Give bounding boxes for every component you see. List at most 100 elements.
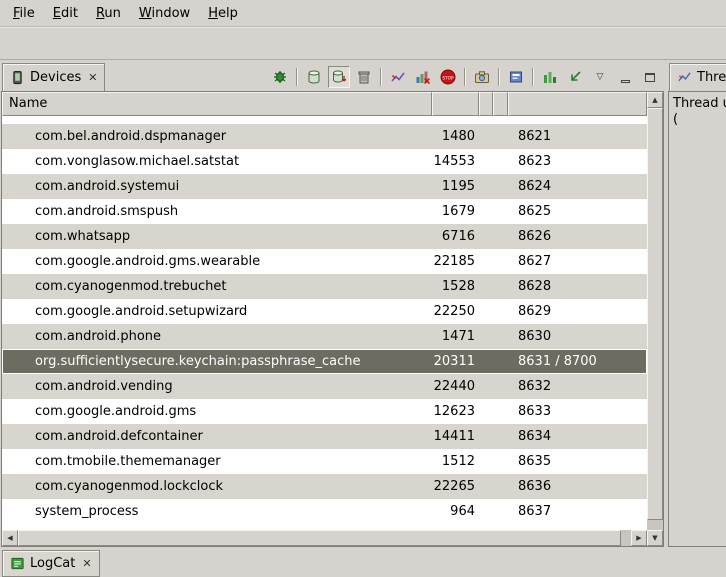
table-row[interactable]: com.android.phone 1471 8630 bbox=[2, 324, 647, 349]
tab-devices[interactable]: Devices ✕ bbox=[2, 63, 105, 91]
process-pid: 1195 bbox=[432, 179, 479, 194]
devices-toolbar: STOP ▽ bbox=[269, 65, 661, 89]
method-profiling-icon[interactable] bbox=[412, 66, 434, 88]
scroll-right-icon[interactable]: ▶ bbox=[631, 530, 647, 546]
table-row[interactable]: com.whatsapp 6716 8626 bbox=[2, 224, 647, 249]
cause-gc-icon[interactable] bbox=[353, 66, 375, 88]
vertical-scrollbar[interactable]: ▲ ▼ bbox=[647, 92, 663, 546]
device-table: Name com.bel.android.dspmanager 1480 862… bbox=[1, 91, 664, 547]
maximize-icon[interactable] bbox=[639, 66, 661, 88]
vertical-scrollbar-thumb[interactable] bbox=[647, 108, 663, 520]
process-pid: 1512 bbox=[432, 454, 479, 469]
update-heap-icon[interactable] bbox=[303, 66, 325, 88]
table-row[interactable]: org.sufficientlysecure.keychain:passphra… bbox=[2, 349, 647, 374]
threads-message-line2: ( bbox=[673, 112, 726, 128]
process-pid: 14411 bbox=[432, 429, 479, 444]
process-pid: 14553 bbox=[432, 154, 479, 169]
table-row[interactable]: com.tmobile.thememanager 1512 8635 bbox=[2, 449, 647, 474]
menu-file[interactable]: File bbox=[4, 3, 44, 24]
threads-tabbar: Threads bbox=[668, 62, 726, 91]
process-port: 8631 / 8700 bbox=[508, 354, 647, 369]
column-header-heap[interactable] bbox=[479, 92, 493, 116]
table-row[interactable]: com.google.android.gms 12623 8633 bbox=[2, 399, 647, 424]
tab-devices-label: Devices bbox=[30, 70, 81, 85]
process-pid: 6716 bbox=[432, 229, 479, 244]
process-pid: 1471 bbox=[432, 329, 479, 344]
process-name: com.whatsapp bbox=[2, 229, 432, 244]
pull-arrow-icon[interactable] bbox=[564, 66, 586, 88]
table-row[interactable]: com.android.smspush 1679 8625 bbox=[2, 199, 647, 224]
column-header-name[interactable]: Name bbox=[2, 92, 432, 116]
table-row[interactable]: com.google.android.setupwizard 22250 862… bbox=[2, 299, 647, 324]
process-port: 8621 bbox=[508, 129, 647, 144]
toolbar-separator bbox=[296, 68, 298, 86]
stop-process-icon[interactable]: STOP bbox=[437, 66, 459, 88]
column-header-pid[interactable] bbox=[432, 92, 479, 116]
process-pid: 22185 bbox=[432, 254, 479, 269]
update-threads-icon[interactable] bbox=[387, 66, 409, 88]
process-name: com.cyanogenmod.trebuchet bbox=[2, 279, 432, 294]
process-name: com.google.android.setupwizard bbox=[2, 304, 432, 319]
menu-run[interactable]: Run bbox=[87, 3, 130, 24]
horizontal-scrollbar-thumb[interactable] bbox=[18, 530, 621, 546]
devices-panel: Devices ✕ STOP bbox=[1, 62, 664, 547]
process-port: 8637 bbox=[508, 504, 647, 519]
threads-message-line1: Thread up bbox=[673, 96, 726, 112]
process-name: system_process bbox=[2, 504, 432, 519]
process-name: com.android.vending bbox=[2, 379, 432, 394]
process-pid: 964 bbox=[432, 504, 479, 519]
table-row[interactable]: com.android.vending 22440 8632 bbox=[2, 374, 647, 399]
close-icon[interactable]: ✕ bbox=[80, 557, 91, 570]
process-pid: 12623 bbox=[432, 404, 479, 419]
column-header-port[interactable] bbox=[508, 92, 647, 116]
table-row[interactable]: system_process 964 8637 bbox=[2, 499, 647, 524]
process-port: 8624 bbox=[508, 179, 647, 194]
threads-content: Thread up ( bbox=[668, 91, 726, 547]
process-port: 8625 bbox=[508, 204, 647, 219]
view-menu-icon[interactable]: ▽ bbox=[589, 66, 611, 88]
table-row[interactable]: com.cyanogenmod.trebuchet 1528 8628 bbox=[2, 274, 647, 299]
minimize-icon[interactable] bbox=[614, 66, 636, 88]
process-port: 8630 bbox=[508, 329, 647, 344]
close-icon[interactable]: ✕ bbox=[86, 71, 97, 84]
process-port: 8628 bbox=[508, 279, 647, 294]
menu-edit[interactable]: Edit bbox=[44, 3, 87, 24]
process-name: com.google.android.gms.wearable bbox=[2, 254, 432, 269]
process-pid: 1679 bbox=[432, 204, 479, 219]
tab-threads[interactable]: Threads bbox=[669, 63, 726, 91]
table-row[interactable]: com.cyanogenmod.lockclock 22265 8636 bbox=[2, 474, 647, 499]
tab-logcat[interactable]: LogCat ✕ bbox=[2, 550, 100, 577]
threads-tab-icon bbox=[677, 70, 692, 85]
system-info-icon[interactable] bbox=[505, 66, 527, 88]
menu-window[interactable]: Window bbox=[130, 3, 199, 24]
process-name: com.android.defcontainer bbox=[2, 429, 432, 444]
scroll-left-icon[interactable]: ◀ bbox=[2, 530, 18, 546]
menu-help[interactable]: Help bbox=[199, 3, 247, 24]
main-toolbar bbox=[0, 27, 726, 60]
process-pid: 22440 bbox=[432, 379, 479, 394]
toolbar-separator bbox=[464, 68, 466, 86]
heap-bars-icon[interactable] bbox=[539, 66, 561, 88]
process-name: com.vonglasow.michael.satstat bbox=[2, 154, 432, 169]
screen-capture-icon[interactable] bbox=[471, 66, 493, 88]
column-header-threads[interactable] bbox=[493, 92, 508, 116]
scroll-down-icon[interactable]: ▼ bbox=[647, 530, 663, 546]
debug-process-icon[interactable] bbox=[269, 66, 291, 88]
table-row[interactable]: com.android.systemui 1195 8624 bbox=[2, 174, 647, 199]
process-name: com.google.android.gms bbox=[2, 404, 432, 419]
process-port: 8626 bbox=[508, 229, 647, 244]
dump-hprof-icon[interactable] bbox=[328, 66, 350, 88]
process-name: com.android.phone bbox=[2, 329, 432, 344]
horizontal-scrollbar[interactable]: ◀ ▶ bbox=[2, 530, 647, 546]
table-row[interactable]: com.android.defcontainer 14411 8634 bbox=[2, 424, 647, 449]
table-row[interactable]: com.google.android.gms.wearable 22185 86… bbox=[2, 249, 647, 274]
table-row[interactable]: com.vonglasow.michael.satstat 14553 8623 bbox=[2, 149, 647, 174]
scroll-up-icon[interactable]: ▲ bbox=[647, 92, 663, 108]
table-row[interactable]: com.bel.android.dspmanager 1480 8621 bbox=[2, 124, 647, 149]
process-port: 8634 bbox=[508, 429, 647, 444]
process-pid: 22250 bbox=[432, 304, 479, 319]
process-name: com.cyanogenmod.lockclock bbox=[2, 479, 432, 494]
process-port: 8627 bbox=[508, 254, 647, 269]
tab-threads-label: Threads bbox=[697, 70, 726, 85]
process-port: 8635 bbox=[508, 454, 647, 469]
